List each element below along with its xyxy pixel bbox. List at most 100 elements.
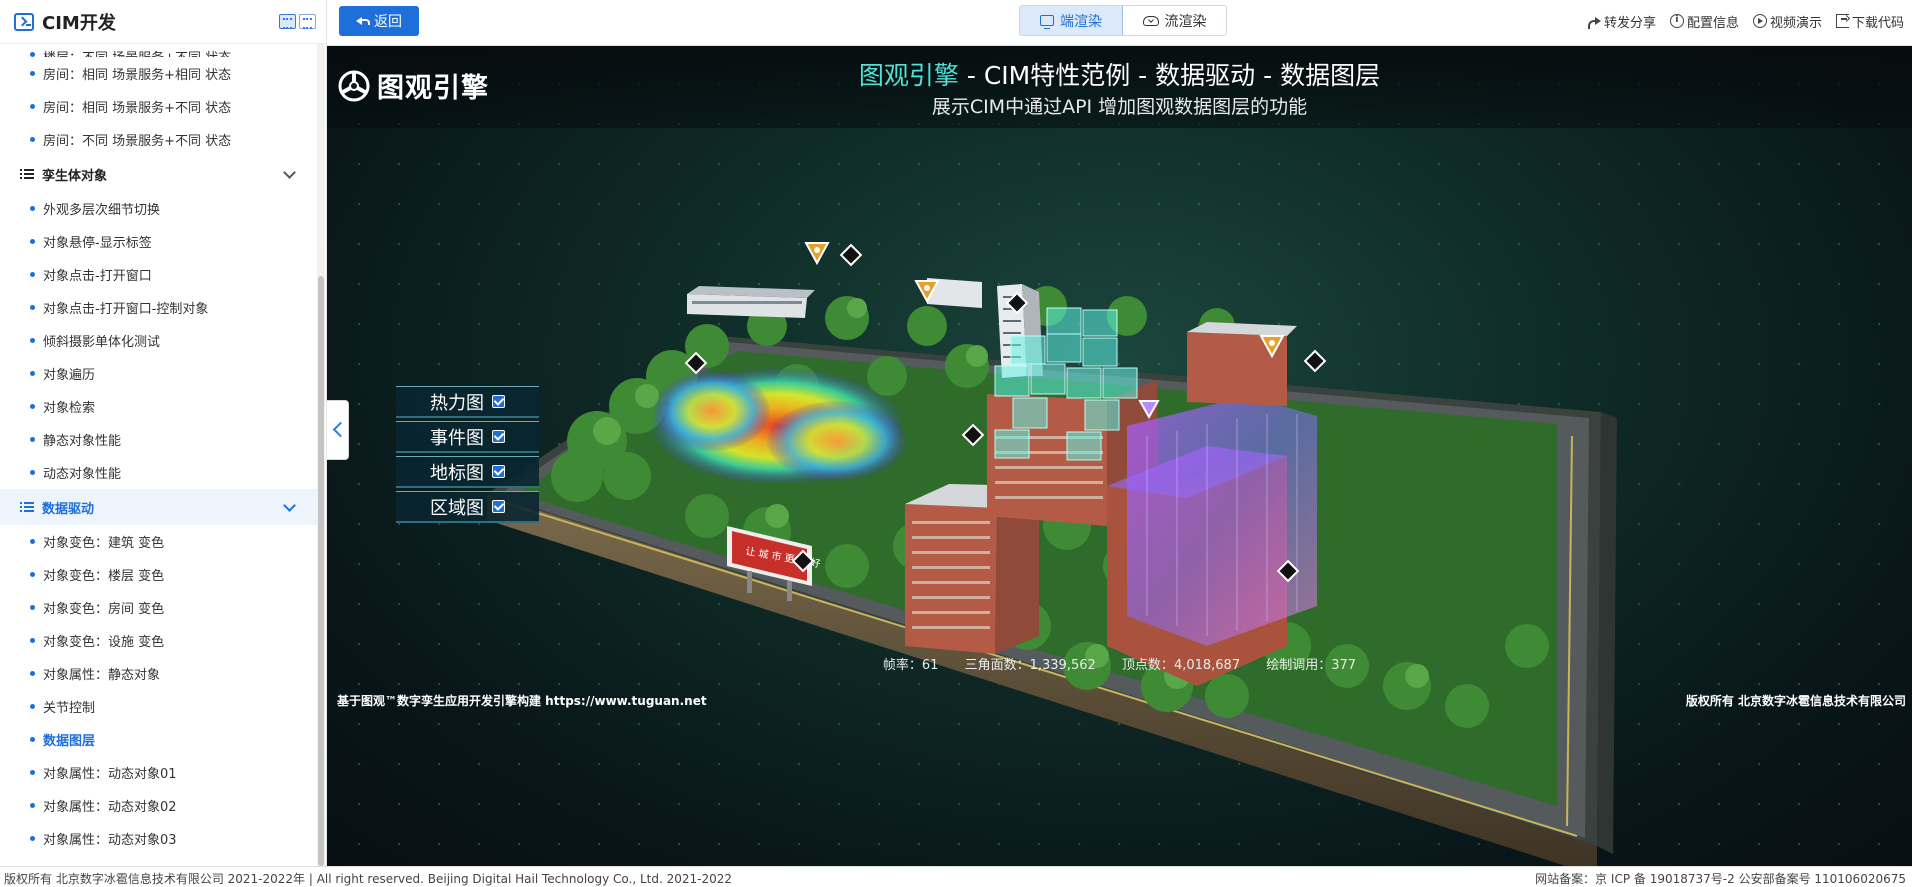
bullet-icon xyxy=(30,770,35,775)
sidebar-item-label: 对象属性：静态对象 xyxy=(43,668,161,683)
info-icon: i xyxy=(1669,14,1684,28)
list-view-icon[interactable] xyxy=(279,14,296,29)
checkbox-checked-icon[interactable] xyxy=(492,500,505,513)
stat-label: 顶点数： xyxy=(1121,658,1174,673)
viewport-copyright: 版权所有 北京数字冰雹信息技术有限公司 xyxy=(1685,694,1906,708)
bullet-icon xyxy=(30,605,35,610)
sidebar-item[interactable]: 房间：相同 场景服务+相同 状态 xyxy=(0,57,318,90)
tab-client-render[interactable]: 端渲染 xyxy=(1020,6,1123,35)
terminal-icon xyxy=(14,12,34,31)
sidebar-item-label: 对象点击-打开窗口-控制对象 xyxy=(43,302,209,317)
bullet-icon xyxy=(30,539,35,544)
bullet-icon xyxy=(30,671,35,676)
sidebar-item-label: 对象属性：动态对象02 xyxy=(43,800,177,815)
sidebar-item[interactable]: 对象变色：楼层 变色 xyxy=(0,558,318,591)
bullet-icon xyxy=(30,704,35,709)
stat-fps: 帧率：61 xyxy=(883,658,939,673)
back-arrow-icon xyxy=(356,16,370,26)
scene-subtitle: 展示CIM中通过API 增加图观数据图层的功能 xyxy=(931,96,1308,118)
stat-value: 4,018,687 xyxy=(1173,658,1241,673)
sidebar-item-label: 对象属性：动态对象03 xyxy=(43,833,177,848)
bullet-icon xyxy=(30,371,35,376)
tab-stream-render[interactable]: 流渲染 xyxy=(1123,6,1226,35)
sidebar-group-twin[interactable]: 孪生体对象 xyxy=(0,156,318,192)
sidebar-group-label: 数据驱动 xyxy=(42,501,95,517)
sidebar-item[interactable]: 关节控制 xyxy=(0,690,318,723)
share-icon xyxy=(1587,16,1601,29)
download-code-button[interactable]: 下载代码 xyxy=(1835,12,1904,31)
scene-title-highlight: 图观引擎 xyxy=(858,61,959,90)
sidebar-item[interactable]: 外观多层次细节切换 xyxy=(0,192,318,225)
footer-icp: 网站备案：京 ICP 备 19018737号-2 公安部备案号 11010602… xyxy=(1535,872,1906,886)
bullet-icon xyxy=(30,437,35,442)
share-label: 转发分享 xyxy=(1603,15,1656,31)
sidebar-item[interactable]: 对象遍历 xyxy=(0,357,318,390)
sidebar-item[interactable]: 对象属性：静态对象 xyxy=(0,657,318,690)
sidebar-item-label: 对象变色：房间 变色 xyxy=(43,602,165,617)
sidebar-item[interactable]: 动态对象性能 xyxy=(0,456,318,489)
sidebar-item[interactable]: 房间：不同 场景服务+不同 状态 xyxy=(0,123,318,156)
video-label: 视频演示 xyxy=(1769,15,1822,31)
engine-credit: 基于图观™数字孪生应用开发引擎构建 https://www.tuguan.net xyxy=(337,694,707,708)
scene-title: 图观引擎 - CIM特性范例 - 数据驱动 - 数据图层 xyxy=(327,56,1912,92)
sidebar-group-data[interactable]: 数据驱动 xyxy=(0,489,318,525)
scrollbar-thumb[interactable] xyxy=(318,276,324,866)
layer-toggle-region[interactable]: 区域图 xyxy=(396,491,539,523)
card-view-icon[interactable] xyxy=(299,14,316,29)
sidebar-item[interactable]: 静态对象性能 xyxy=(0,423,318,456)
sidebar-item-partial[interactable]: 楼层：不同 场景服务+不同 状态 xyxy=(0,44,318,57)
top-actions: 转发分享 i 配置信息 视频演示 下载代码 xyxy=(1587,0,1904,42)
sidebar-item[interactable]: 对象变色：房间 变色 xyxy=(0,591,318,624)
config-info-button[interactable]: i 配置信息 xyxy=(1669,12,1739,31)
sidebar-item[interactable]: 对象检索 xyxy=(0,390,318,423)
stat-label: 帧率： xyxy=(882,658,922,673)
layer-label: 事件图 xyxy=(430,427,484,449)
page-footer: 版权所有 北京数字冰雹信息技术有限公司 2021-2022年 | All rig… xyxy=(0,866,1912,887)
bullet-icon xyxy=(30,638,35,643)
sidebar-item[interactable]: 房间：相同 场景服务+不同 状态 xyxy=(0,90,318,123)
bullet-icon xyxy=(30,71,35,76)
sidebar-item[interactable]: 对象属性：动态对象02 xyxy=(0,789,318,822)
layer-toggle-landmark[interactable]: 地标图 xyxy=(396,456,539,488)
bullet-icon xyxy=(30,206,35,211)
cloud-icon xyxy=(1142,15,1159,26)
bullet-icon xyxy=(30,737,35,742)
video-demo-button[interactable]: 视频演示 xyxy=(1752,12,1822,31)
back-button[interactable]: 返回 xyxy=(339,6,419,36)
sidebar-item[interactable]: 倾斜摄影单体化测试 xyxy=(0,324,318,357)
layer-toggle-event[interactable]: 事件图 xyxy=(396,421,539,453)
stat-draw-calls: 绘制调用：377 xyxy=(1266,658,1356,673)
city-scene[interactable]: 让 城 市 更 美 好 xyxy=(327,46,1912,866)
checkbox-checked-icon[interactable] xyxy=(492,395,505,408)
sidebar-header: CIM开发 xyxy=(0,0,326,44)
sidebar-item-label: 房间：相同 场景服务+不同 状态 xyxy=(43,101,232,116)
share-button[interactable]: 转发分享 xyxy=(1587,12,1656,31)
sidebar-item[interactable]: 对象属性：动态对象03 xyxy=(0,822,318,855)
sidebar-item-label: 对象悬停-显示标签 xyxy=(43,236,152,251)
sidebar-item-label: 对象检索 xyxy=(43,401,96,416)
sidebar-scrollbar[interactable] xyxy=(317,44,325,866)
play-icon xyxy=(1752,14,1767,28)
top-bar: 返回 端渲染 流渲染 转发分享 i 配置信息 视频演示 下载代码 xyxy=(327,0,1912,46)
back-button-label: 返回 xyxy=(374,14,402,30)
sidebar-item[interactable]: 对象点击-打开窗口 xyxy=(0,258,318,291)
sidebar-item[interactable]: 对象属性：动态对象01 xyxy=(0,756,318,789)
view-toggle-group xyxy=(279,14,316,29)
scene-viewport[interactable]: 让 城 市 更 美 好 图观引擎 图观引擎 - CIM特性范例 - 数据驱动 -… xyxy=(327,46,1912,866)
checkbox-checked-icon[interactable] xyxy=(492,430,505,443)
sidebar-item[interactable]: 对象变色：建筑 变色 xyxy=(0,525,318,558)
sidebar-menu: 楼层：不同 场景服务+不同 状态 房间：相同 场景服务+相同 状态 房间：相同 … xyxy=(0,44,318,866)
render-stats: 帧率：61 三角面数：1,339,562 顶点数：4,018,687 绘制调用：… xyxy=(327,654,1912,673)
sidebar-item-active[interactable]: 数据图层 xyxy=(0,723,318,756)
sidebar-item-label: 对象变色：楼层 变色 xyxy=(43,569,165,584)
sidebar-item[interactable]: 对象悬停-显示标签 xyxy=(0,225,318,258)
list-icon xyxy=(20,168,34,180)
chevron-down-icon xyxy=(283,166,296,179)
checkbox-checked-icon[interactable] xyxy=(492,465,505,478)
sidebar-item[interactable]: 对象点击-打开窗口-控制对象 xyxy=(0,291,318,324)
sidebar-collapse-button[interactable] xyxy=(327,400,349,460)
bullet-icon xyxy=(30,272,35,277)
sidebar-item[interactable]: 对象变色：设施 变色 xyxy=(0,624,318,657)
layer-toggle-heatmap[interactable]: 热力图 xyxy=(396,386,539,418)
sidebar-item-label: 关节控制 xyxy=(43,701,96,716)
